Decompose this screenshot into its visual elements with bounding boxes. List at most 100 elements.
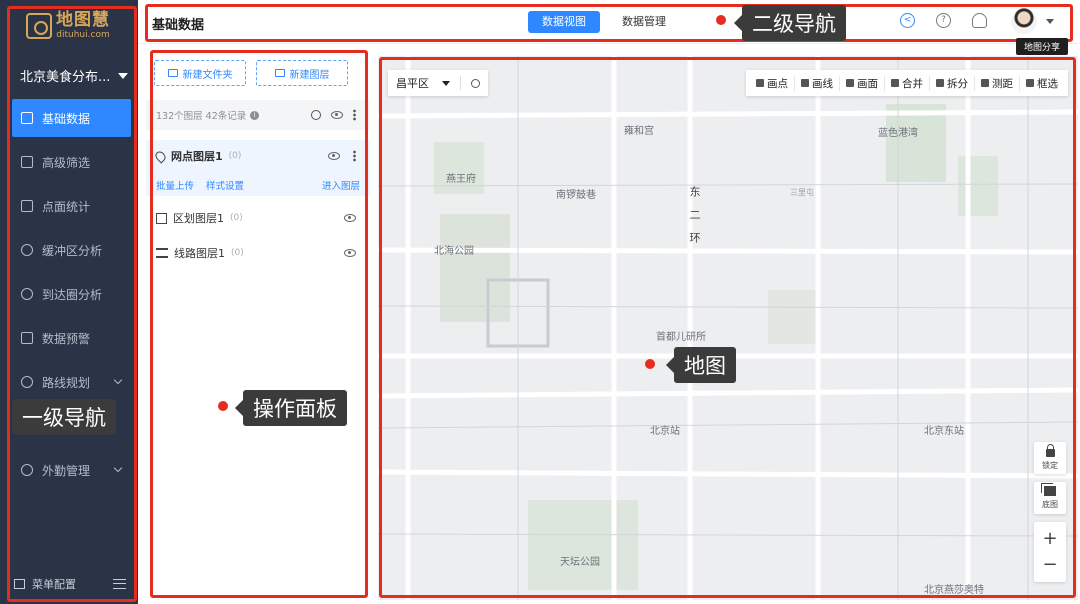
new-layer-button[interactable]: 新建图层 — [256, 60, 348, 86]
avatar[interactable] — [1011, 8, 1037, 34]
nav-item-label: 数据预警 — [42, 331, 91, 346]
layer-name: 线路图层1 — [174, 247, 225, 260]
nav-item-advanced-filter[interactable]: 高级筛选 — [12, 143, 131, 181]
new-folder-button[interactable]: 新建文件夹 — [154, 60, 246, 86]
split-tool[interactable]: 拆分 — [930, 75, 975, 91]
layer-summary: 132个图层 42条记录 i — [146, 100, 370, 130]
park-area — [528, 500, 638, 590]
panel-callout: 操作面板 — [235, 390, 347, 426]
measure-tool[interactable]: 测距 — [975, 75, 1020, 91]
tab-data-management[interactable]: 数据管理 — [608, 11, 680, 33]
map-label: 首都儿研所 — [656, 332, 706, 343]
layer-summary-text: 132个图层 42条记录 — [156, 111, 247, 122]
logo[interactable]: 地图慧 dituhui.com — [26, 12, 110, 40]
lock-label: 锁定 — [1042, 461, 1058, 470]
chevron-down-icon — [113, 375, 123, 385]
map-label: 燕王府 — [446, 174, 476, 185]
region-icon — [156, 212, 167, 224]
map-canvas[interactable]: 昌平区 画点 画线 画面 合并 拆分 测距 框选 雍和宫 蓝色港湾 燕王府 南锣… — [378, 56, 1078, 600]
tool-label: 拆分 — [947, 77, 968, 90]
nav-item-buffer-analysis[interactable]: 缓冲区分析 — [12, 231, 131, 269]
merge-tool[interactable]: 合并 — [885, 75, 930, 91]
nav-item-field-management[interactable]: 外勤管理 — [12, 451, 131, 489]
collapse-menu-icon[interactable] — [113, 579, 126, 589]
road-label: 东二环 — [688, 186, 701, 255]
ruler-icon — [981, 79, 989, 87]
nav-item-basic-data[interactable]: 基础数据 — [12, 99, 131, 137]
nav-item-label: 路线规划 — [42, 375, 91, 390]
pin-icon — [153, 148, 168, 164]
lock-button[interactable]: 锁定 — [1034, 442, 1066, 474]
style-settings-button[interactable]: 样式设置 — [206, 178, 244, 192]
menu-config[interactable]: 菜单配置 — [14, 576, 126, 592]
new-layer-label: 新建图层 — [289, 69, 330, 81]
map-label: 北京站 — [650, 426, 680, 437]
panel-actions: 新建文件夹 新建图层 — [154, 60, 348, 86]
park-area — [886, 104, 946, 182]
map-label: 北京东站 — [924, 426, 964, 437]
search-icon[interactable] — [471, 78, 480, 88]
zoom-out-button[interactable]: − — [1042, 552, 1057, 578]
layer-item-region[interactable]: 区划图层1 (0) — [156, 210, 360, 226]
more-icon[interactable] — [353, 109, 356, 121]
logo-name: 地图慧 — [56, 10, 110, 30]
layer-count: (0) — [230, 213, 243, 223]
draw-point-tool[interactable]: 画点 — [750, 75, 795, 91]
base-map-button[interactable]: 底图 — [1034, 482, 1066, 514]
folder-icon — [167, 69, 178, 77]
zoom-control: + − — [1034, 522, 1066, 582]
target-icon — [21, 288, 33, 300]
map-label: 北京燕莎奥特 — [924, 585, 984, 596]
table-icon — [21, 112, 33, 124]
layer-item-route[interactable]: 线路图层1 (0) — [156, 245, 360, 261]
tool-label: 画面 — [857, 77, 878, 90]
menu-config-icon — [14, 579, 25, 589]
help-icon[interactable]: ? — [936, 13, 951, 28]
park-area — [768, 290, 818, 344]
layer-item-point[interactable]: 网点图层1 (0) — [153, 148, 360, 164]
share-icon[interactable]: < — [900, 13, 915, 28]
layers-icon — [274, 69, 285, 77]
caret-down-icon[interactable] — [1046, 19, 1054, 24]
enter-layer-link[interactable]: 进入图层 — [322, 178, 360, 192]
zoom-in-button[interactable]: + — [1042, 526, 1057, 552]
nav-item-label: 高级筛选 — [42, 155, 91, 170]
nav-item-data-alert[interactable]: 数据预警 — [12, 319, 131, 357]
headset-icon[interactable] — [972, 13, 987, 28]
logo-domain: dituhui.com — [56, 30, 110, 40]
map-label: 三里屯 — [790, 188, 814, 197]
box-select-tool[interactable]: 框选 — [1020, 76, 1064, 91]
project-selector[interactable]: 北京美食分布... — [20, 66, 129, 85]
info-icon[interactable]: i — [250, 110, 260, 120]
nav-item-label: 基础数据 — [42, 111, 91, 126]
box-select-icon — [1026, 79, 1034, 87]
nav-item-reach-analysis[interactable]: 到达圈分析 — [12, 275, 131, 313]
eye-icon[interactable] — [344, 214, 356, 222]
tool-label: 合并 — [902, 77, 923, 90]
point-icon — [756, 79, 764, 87]
batch-upload-button[interactable]: 批量上传 — [156, 178, 194, 192]
eye-icon[interactable] — [328, 152, 340, 160]
layer-count: (0) — [228, 151, 242, 161]
eye-icon[interactable] — [331, 111, 343, 119]
stats-icon — [21, 200, 33, 212]
more-icon[interactable] — [353, 150, 356, 162]
eye-icon[interactable] — [344, 249, 356, 257]
draw-area-tool[interactable]: 画面 — [840, 75, 885, 91]
operation-panel: 新建文件夹 新建图层 132个图层 42条记录 i 网点图层1 (0) 批量上传… — [146, 48, 370, 601]
nav-item-label: 到达圈分析 — [42, 287, 103, 302]
nav-item-route-planning[interactable]: 路线规划 — [12, 363, 131, 401]
search-icon[interactable] — [311, 110, 321, 120]
nav-item-point-area-stats[interactable]: 点面统计 — [12, 187, 131, 225]
draw-line-tool[interactable]: 画线 — [795, 75, 840, 91]
district-name: 昌平区 — [396, 77, 429, 90]
annotation-dot — [218, 401, 228, 411]
map-label: 北海公园 — [434, 246, 474, 257]
district-selector[interactable]: 昌平区 — [388, 70, 488, 96]
secondary-nav: 基础数据 数据视图 数据管理 < ? 地图分享 — [138, 0, 1080, 55]
app-root: 地图慧 dituhui.com 北京美食分布... 基础数据 高级筛选 点面统计 — [0, 0, 1080, 604]
tab-data-view[interactable]: 数据视图 — [528, 11, 600, 33]
new-folder-label: 新建文件夹 — [182, 69, 233, 81]
map-label: 雍和宫 — [624, 126, 654, 137]
map-callout: 地图 — [666, 347, 736, 383]
